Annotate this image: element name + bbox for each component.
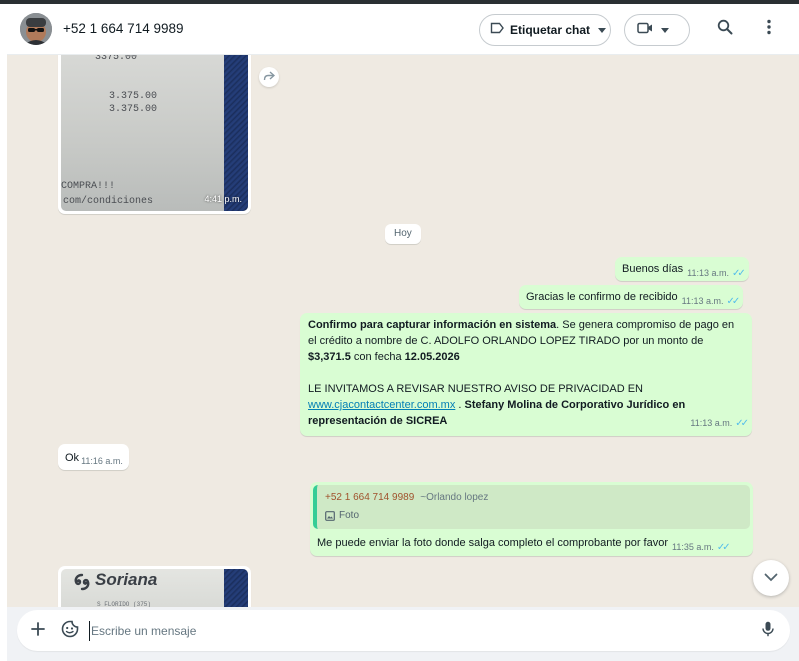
avatar[interactable] [20,13,52,45]
outgoing-reply-message[interactable]: +52 1 664 714 9989 ~Orlando lopez Foto Me… [310,482,753,556]
read-ticks-icon: ✓✓ [726,296,740,307]
message-meta: 11:13 a.m. ✓✓ [681,293,741,309]
chevron-down-icon [598,27,607,33]
receipt-line: COMPRA!!! [61,181,116,192]
photo-message[interactable]: Soriana S FLORIDO (375) [58,566,251,607]
receipt-line: S FLORIDO (375) [97,601,152,607]
day-separator: Hoy [385,224,421,244]
quoted-sender-number: +52 1 664 714 9989 [325,492,415,503]
receipt-line: com/condiciones [63,196,154,207]
quoted-message[interactable]: +52 1 664 714 9989 ~Orlando lopez Foto [313,485,750,529]
receipt-photo[interactable]: Soriana S FLORIDO (375) [61,569,248,607]
label-tag-icon [490,21,504,39]
message-time: 11:35 a.m. [672,542,714,552]
message-amount: $3,371.5 [308,351,351,363]
chevron-down-icon [661,27,669,33]
message-text: . [455,399,465,411]
message-bold-text: Confirmo para capturar información en si… [308,319,557,331]
outgoing-message[interactable]: Confirmo para capturar información en si… [300,313,752,436]
incoming-message[interactable]: Ok 11:16 a.m. [58,444,129,470]
photo-background-fabric [224,569,248,607]
read-ticks-icon: ✓✓ [732,268,746,279]
receipt-brand: Soriana [95,570,158,589]
search-button[interactable] [713,17,737,41]
message-text: Ok [65,452,80,464]
menu-button[interactable] [757,17,781,41]
chevron-down-icon [764,569,778,587]
sticker-icon [61,620,79,643]
message-time: 11:13 a.m. [687,268,730,278]
scroll-to-bottom-button[interactable] [753,560,789,596]
message-time: 11:13 a.m. [690,418,733,428]
receipt-line: 3375.00 [95,55,138,63]
search-icon [717,19,733,40]
sticker-emoji-button[interactable] [58,619,82,643]
label-chat-text: Etiquetar chat [510,23,591,37]
voice-message-button[interactable] [756,619,780,643]
composer-bar [7,607,799,661]
message-input[interactable] [89,621,739,641]
message-text: LE INVITAMOS A REVISAR NUESTRO AVISO DE … [308,383,643,395]
receipt-photo[interactable]: 3375.00 3.375.00 3.375.00 COMPRA!!! com/… [61,55,248,211]
message-meta: 11:13 a.m. ✓✓ [687,265,746,281]
message-text: Me puede enviar la foto donde salga comp… [317,537,668,549]
read-ticks-icon: ✓✓ [735,418,749,429]
receipt-line: 3.375.00 [109,104,158,115]
photo-message[interactable]: 3375.00 3.375.00 3.375.00 COMPRA!!! com/… [58,55,251,214]
quoted-type-label: Foto [339,510,360,521]
message-text: Gracias le confirmo de recibido [526,291,678,303]
message-text: con fecha [350,351,405,363]
message-time: 11:13 a.m. [681,296,724,306]
message-date: 12.05.2026 [404,351,460,363]
quoted-sender-alias: ~Orlando lopez [420,492,489,503]
outgoing-message[interactable]: Buenos días 11:13 a.m. ✓✓ [615,257,749,281]
reply-body: Me puede enviar la foto donde salga comp… [313,529,750,556]
video-camera-icon [637,21,653,39]
contact-name[interactable]: +52 1 664 714 9989 [63,21,184,36]
chat-header: +52 1 664 714 9989 Etiquetar chat [7,4,799,55]
message-meta: 11:35 a.m. ✓✓ [672,539,731,556]
message-text: Buenos días [622,263,684,275]
plus-icon [31,621,45,641]
read-ticks-icon: ✓✓ [716,542,731,553]
photo-background-fabric [224,55,248,211]
attach-button[interactable] [26,619,50,643]
message-paragraph: LE INVITAMOS A REVISAR NUESTRO AVISO DE … [308,381,744,429]
video-call-button[interactable] [624,14,690,46]
forward-icon [263,68,276,86]
message-paragraph: Confirmo para capturar información en si… [308,317,744,365]
message-time: 11:16 a.m. [81,456,123,466]
composer-box [17,610,790,651]
photo-icon [325,511,335,521]
soriana-logo-icon [74,573,90,591]
outgoing-message[interactable]: Gracias le confirmo de recibido 11:13 a.… [519,285,744,309]
privacy-link[interactable]: www.cjacontactcenter.com.mx [308,399,455,411]
message-time: 4:41 p.m. [204,194,242,204]
quoted-type: Foto [325,508,742,524]
quoted-sender: +52 1 664 714 9989 ~Orlando lopez [325,490,742,506]
kebab-menu-icon [767,19,771,40]
chat-area[interactable]: 3375.00 3.375.00 3.375.00 COMPRA!!! com/… [7,55,799,607]
message-meta: 11:13 a.m. ✓✓ [690,415,749,432]
microphone-icon [762,621,774,642]
forward-button[interactable] [259,67,279,87]
label-chat-button[interactable]: Etiquetar chat [479,14,611,46]
